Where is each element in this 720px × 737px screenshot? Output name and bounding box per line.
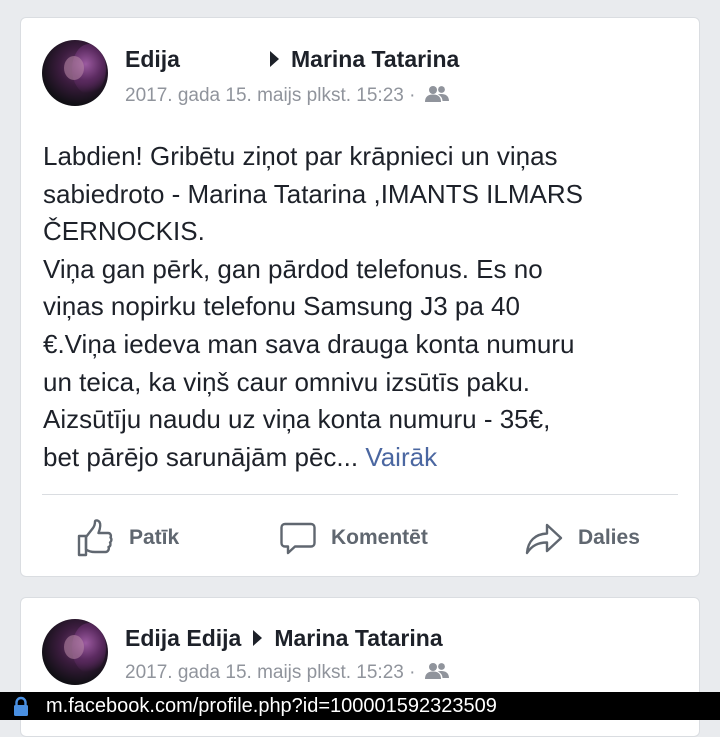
thumbs-up-icon [77,519,113,557]
lock-icon [14,696,28,716]
post-text-line: un teica, ka viņš caur omnivu izsūtīs pa… [43,366,531,397]
post-card: Edija Marina Tatarina 2017. gada 15. maij… [20,17,700,577]
author-name[interactable]: Edija [125,46,270,73]
arrow-right-icon [270,50,279,67]
comment-label: Komentēt [331,526,428,549]
post-text-line: ČERNOCKIS. [43,216,205,247]
comment-button[interactable]: Komentēt [279,516,428,560]
post-timestamp[interactable]: 2017. gada 15. maijs plkst. 15:23 · [125,662,415,683]
post-text-line: sabiedroto - Marina Tatarina ,IMANTS ILM… [43,178,583,209]
share-button[interactable]: Dalies [524,516,640,560]
avatar-face [64,635,84,659]
post-text-line: Viņa gan pērk, gan pārdod telefonus. Es … [43,253,543,284]
share-arrow-icon [525,523,563,555]
friends-icon [424,85,449,102]
post-header-names: Edija Edija Marina Tatarina [125,625,443,652]
post-timestamp[interactable]: 2017. gada 15. maijs plkst. 15:23 · [125,85,415,106]
comment-bubble-icon [280,522,316,555]
post-meta: 2017. gada 15. maijs plkst. 15:23 · [125,85,450,107]
post-text-last-line: bet pārējo sarunājām pēc... Vairāk [43,439,683,477]
share-label: Dalies [578,526,640,549]
like-button[interactable]: Patīk [75,516,179,560]
post-body: Labdien! Gribētu ziņot par krāpnieci un … [43,138,683,476]
divider [42,494,678,495]
url-text[interactable]: m.facebook.com/profile.php?id=1000015923… [46,692,497,720]
avatar-face [64,56,84,80]
author-name[interactable]: Edija Edija [125,625,241,652]
post-text-line: bet pārējo sarunājām pēc... [43,441,359,472]
post-meta: 2017. gada 15. maijs plkst. 15:23 · [125,662,450,684]
target-name[interactable]: Marina Tatarina [274,625,442,651]
browser-url-bar[interactable]: m.facebook.com/profile.php?id=1000015923… [0,692,720,720]
arrow-right-icon [253,629,263,646]
see-more-link[interactable]: Vairāk [365,442,437,472]
post-text-line: Labdien! Gribētu ziņot par krāpnieci un … [43,141,558,171]
post-text-line: Aizsūtīju naudu uz viņa konta numuru - 3… [43,404,551,435]
like-label: Patīk [129,526,180,549]
target-name[interactable]: Marina Tatarina [291,46,459,72]
post-header-names: Edija Marina Tatarina [125,46,459,73]
author-avatar[interactable] [42,40,108,106]
author-avatar[interactable] [42,619,108,685]
post-text-line: viņas nopirku telefonu Samsung J3 pa 40 [43,291,520,322]
friends-icon [424,662,449,679]
post-text-line: €.Viņa iedeva man sava drauga konta numu… [43,328,575,359]
